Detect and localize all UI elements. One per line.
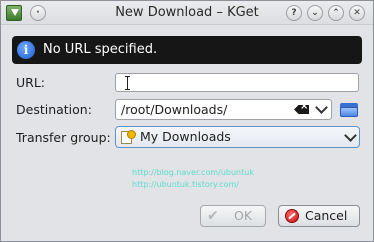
message-banner: i No URL specified.: [12, 36, 362, 64]
minimize-icon: ⌄: [311, 8, 319, 18]
window-menu-button[interactable]: ·: [30, 5, 46, 21]
destination-combobox[interactable]: /root/Downloads/: [115, 99, 332, 120]
close-button[interactable]: ✕: [349, 5, 365, 21]
browse-folder-button[interactable]: [340, 101, 358, 117]
transfer-group-select[interactable]: My Downloads: [115, 126, 360, 148]
help-icon: ?: [291, 8, 297, 18]
chevron-down-icon[interactable]: [315, 101, 328, 114]
transfer-group-label: Transfer group:: [16, 130, 111, 145]
new-download-dialog: · New Download – KGet ? ⌄ ⌃ ✕ i No URL s…: [0, 0, 374, 242]
watermark-line-2: http://ubuntuk.tistory.com/: [132, 180, 239, 189]
text-cursor-icon: [125, 76, 130, 90]
url-label: URL:: [16, 75, 46, 90]
help-button[interactable]: ?: [286, 5, 302, 21]
checkmark-icon: ✔: [207, 208, 219, 224]
banner-message: No URL specified.: [43, 42, 158, 57]
chevron-down-icon: [344, 129, 357, 142]
ok-button-label: OK: [234, 208, 253, 223]
kget-app-icon[interactable]: [6, 5, 22, 21]
cancel-button[interactable]: Cancel: [278, 205, 360, 227]
title-bar[interactable]: · New Download – KGet ? ⌄ ⌃ ✕: [1, 1, 373, 25]
clear-text-icon[interactable]: [294, 105, 309, 114]
ok-button[interactable]: ✔ OK: [200, 205, 266, 227]
maximize-button[interactable]: ⌃: [328, 5, 344, 21]
destination-value[interactable]: /root/Downloads/: [121, 100, 227, 119]
downloads-group-icon: [121, 130, 137, 144]
cancel-icon: [285, 209, 299, 223]
minimize-button[interactable]: ⌄: [307, 5, 323, 21]
destination-label: Destination:: [16, 102, 92, 117]
close-icon: ✕: [353, 8, 361, 18]
maximize-icon: ⌃: [332, 8, 340, 18]
transfer-group-value: My Downloads: [140, 129, 231, 144]
info-icon: i: [17, 41, 35, 59]
cancel-button-label: Cancel: [305, 208, 348, 223]
url-input[interactable]: [115, 73, 359, 92]
watermark-line-1: http://blog.naver.com/ubuntuk: [132, 168, 254, 177]
